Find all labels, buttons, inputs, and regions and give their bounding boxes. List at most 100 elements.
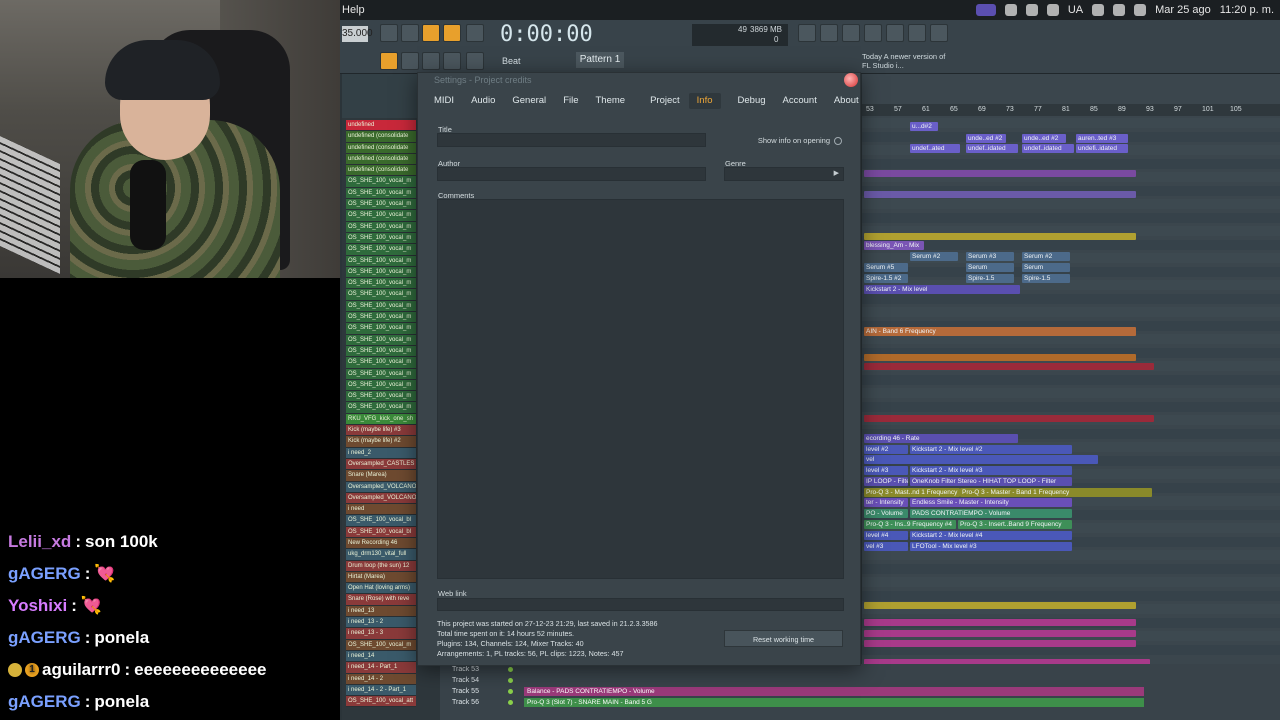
browser-item[interactable]: i need_13 - 3 bbox=[346, 628, 416, 640]
browser-item[interactable]: OS_SHE_100_vocal_m bbox=[346, 379, 416, 392]
browser-item[interactable]: OS_SHE_100_vocal_m bbox=[346, 402, 416, 414]
play-button[interactable] bbox=[401, 52, 419, 70]
browser-item[interactable]: OS_SHE_100_vocal_m bbox=[346, 300, 416, 313]
playlist-track[interactable]: Track 55 Balance - PADS CONTRATIEMPO - Vo… bbox=[440, 686, 1280, 697]
browser-item[interactable]: Snare (Marea) bbox=[346, 470, 416, 482]
playlist-clip[interactable]: auren..ted #3 bbox=[1076, 134, 1128, 143]
playlist-lane[interactable] bbox=[862, 131, 1280, 142]
browser-item[interactable]: undefined (consolidate bbox=[346, 153, 416, 166]
snap-label[interactable]: Beat bbox=[502, 56, 521, 66]
track-name[interactable]: Track 54 bbox=[452, 675, 479, 686]
track-enabled-icon[interactable] bbox=[508, 667, 513, 672]
browser-item[interactable]: OS_SHE_100_vocal_m bbox=[346, 639, 416, 651]
show-info-radio[interactable] bbox=[834, 136, 842, 145]
playlist-lane[interactable] bbox=[862, 563, 1280, 574]
title-field[interactable] bbox=[437, 133, 706, 147]
playlist-clip[interactable]: Endless Smile - Master - Intensity bbox=[910, 498, 1072, 507]
browser-item[interactable]: OS_SHE_100_vocal_m bbox=[346, 334, 416, 346]
chat-username[interactable]: gAGERG bbox=[8, 692, 81, 712]
status-icon[interactable] bbox=[1092, 4, 1105, 16]
playlist-clip[interactable]: Pro-Q 3 - Insert..Band 9 Frequency bbox=[958, 520, 1072, 529]
chat-username[interactable]: Lelii_xd bbox=[8, 532, 71, 552]
playlist-clip[interactable]: IP LOOP - Filter bbox=[864, 477, 908, 486]
author-field[interactable] bbox=[437, 167, 706, 181]
track-enabled-icon[interactable] bbox=[508, 689, 513, 694]
playlist-clip[interactable] bbox=[864, 415, 1154, 422]
playlist-lane[interactable] bbox=[862, 307, 1280, 317]
playlist-clip[interactable]: Kickstart 2 - Mix level #2 bbox=[910, 445, 1072, 454]
playlist-clip[interactable] bbox=[864, 602, 1136, 609]
input-language[interactable]: UA bbox=[1068, 4, 1083, 16]
playlist-clip[interactable]: Serum #5 bbox=[864, 263, 908, 272]
tab-about[interactable]: About bbox=[826, 93, 867, 109]
playlist-clip[interactable]: level #2 bbox=[864, 445, 908, 454]
weblink-field[interactable] bbox=[437, 598, 844, 611]
browser-item[interactable]: OS_SHE_100_vocal_m bbox=[346, 210, 416, 222]
playlist-clip[interactable]: Kickstart 2 - Mix level bbox=[864, 285, 1020, 294]
playlist-lane[interactable] bbox=[862, 550, 1280, 560]
browser-item[interactable]: OS_SHE_100_vocal_m bbox=[346, 176, 416, 188]
close-icon[interactable] bbox=[844, 73, 858, 87]
playlist-lane[interactable] bbox=[862, 293, 1280, 304]
playlist-track[interactable]: Track 54 bbox=[440, 675, 1280, 686]
screen-record-icon[interactable] bbox=[975, 4, 996, 16]
playlist-clip[interactable]: Pro-Q 3 - Mast..nd 1 Frequency bbox=[864, 488, 960, 497]
track-name[interactable]: Track 56 bbox=[452, 697, 479, 708]
playlist-clip[interactable]: OneKnob Filter Stereo - HIHAT TOP LOOP -… bbox=[910, 477, 1072, 486]
browser-item[interactable]: Kick (maybe life) #3 bbox=[346, 425, 416, 437]
reset-working-time-button[interactable]: Reset working time bbox=[724, 630, 843, 647]
pattern-selector[interactable]: Pattern 1 bbox=[576, 52, 624, 68]
playlist-lane[interactable] bbox=[862, 388, 1280, 398]
browser-item[interactable]: Oversampled_VOLCANO bbox=[346, 492, 416, 505]
search-icon[interactable] bbox=[1134, 4, 1147, 16]
browser-item[interactable]: OS_SHE_100_vocal_m bbox=[346, 357, 416, 369]
playlist-clip[interactable]: blessing_Am - Mix bbox=[864, 241, 924, 250]
tab-project[interactable]: Project bbox=[642, 93, 688, 109]
browser-item[interactable]: OS_SHE_100_vocal_m bbox=[346, 255, 416, 267]
playlist-clip[interactable]: unde..ed #2 bbox=[1022, 134, 1066, 143]
tab-theme[interactable]: Theme bbox=[588, 93, 634, 109]
playlist-clip[interactable]: level #3 bbox=[864, 466, 908, 475]
playlist-clip[interactable]: undefi..idated bbox=[1076, 144, 1128, 153]
browser-item[interactable]: OS_SHE_100_vocal_m bbox=[346, 312, 416, 324]
playlist-clip[interactable]: PADS CONTRATIEMPO - Volume bbox=[910, 509, 1072, 518]
browser-item[interactable]: Snare (Rose) with reve bbox=[346, 594, 416, 606]
browser-item[interactable]: Kick (maybe life) #2 bbox=[346, 436, 416, 448]
cut-icon[interactable] bbox=[820, 24, 838, 42]
record-button[interactable] bbox=[380, 24, 398, 42]
playlist-clip[interactable] bbox=[864, 170, 1136, 177]
browser-item[interactable]: OS_SHE_100_vocal_m bbox=[346, 278, 416, 290]
status-icon[interactable] bbox=[1046, 4, 1059, 16]
playlist-clip[interactable]: Spire-1.5 bbox=[966, 274, 1014, 283]
browser-item[interactable]: i need_13 bbox=[346, 605, 416, 618]
chat-username[interactable]: aguilarrr0 bbox=[42, 660, 120, 680]
tab-account[interactable]: Account bbox=[775, 93, 825, 109]
playlist-clip[interactable]: Kickstart 2 - Mix level #3 bbox=[910, 466, 1072, 475]
playlist-clip[interactable]: PO - Volume bbox=[864, 509, 908, 518]
show-info-option[interactable]: Show info on opening bbox=[758, 136, 842, 145]
browser-item[interactable]: Hirtat (Marea) bbox=[346, 571, 416, 584]
playlist-clip[interactable]: undef..ated bbox=[910, 144, 960, 153]
track-name[interactable]: Track 55 bbox=[452, 686, 479, 697]
tab-debug[interactable]: Debug bbox=[730, 93, 774, 109]
browser-item[interactable]: OS_SHE_100_vocal_m bbox=[346, 345, 416, 358]
playlist-clip[interactable] bbox=[864, 363, 1154, 370]
browser-item[interactable]: i need_13 - 2 bbox=[346, 617, 416, 629]
playlist-clip[interactable]: Serum #2 bbox=[910, 252, 958, 261]
playlist-clip[interactable] bbox=[864, 233, 1136, 240]
browser-item[interactable]: OS_SHE_100_vocal_bl bbox=[346, 515, 416, 527]
playlist-clip[interactable]: Kickstart 2 - Mix level #4 bbox=[910, 531, 1072, 540]
playlist-clip[interactable] bbox=[864, 619, 1136, 626]
playlist-clip[interactable]: Serum #3 bbox=[966, 252, 1014, 261]
song-mode-button[interactable] bbox=[401, 24, 419, 42]
browser-item[interactable]: i need_2 bbox=[346, 447, 416, 459]
playlist-clip[interactable] bbox=[864, 630, 1136, 637]
playlist-clip[interactable]: vel bbox=[864, 455, 1098, 464]
browser-item[interactable]: i need bbox=[346, 504, 416, 516]
menu-time[interactable]: 11:20 p. m. bbox=[1220, 4, 1274, 16]
playlist-clip[interactable]: level #4 bbox=[864, 531, 908, 540]
playlist-lane[interactable] bbox=[862, 239, 1280, 250]
menu-date[interactable]: Mar 25 ago bbox=[1155, 4, 1211, 16]
playlist-clip[interactable]: Serum bbox=[966, 263, 1014, 272]
playlist-clip[interactable]: Pro-Q 3 - Ins..9 Frequency #4 bbox=[864, 520, 956, 529]
